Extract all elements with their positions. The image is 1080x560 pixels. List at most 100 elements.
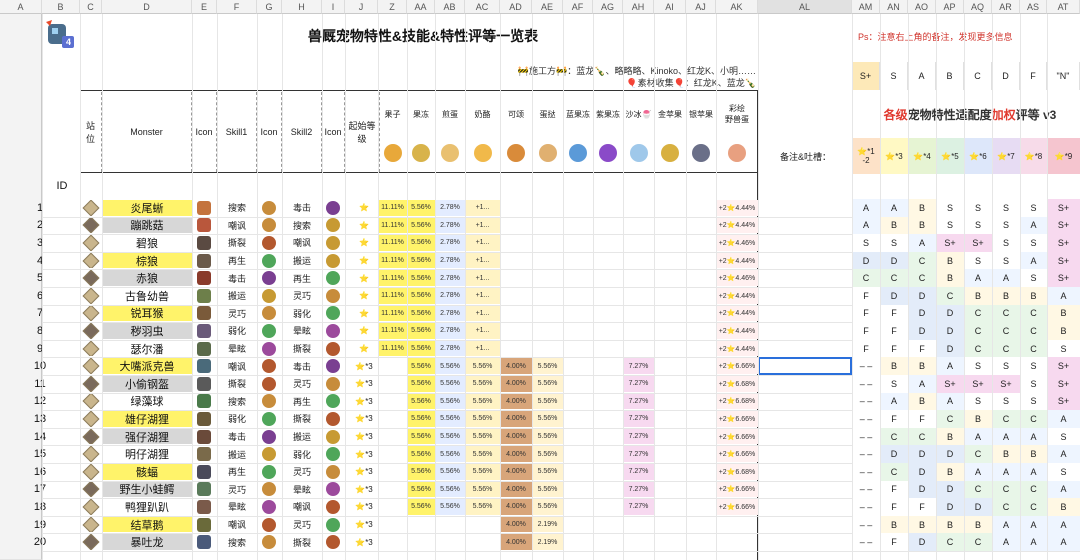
row-id: 3: [36, 236, 44, 249]
column-header-ab[interactable]: AB: [435, 0, 465, 14]
column-header-aj[interactable]: AJ: [686, 0, 716, 14]
table-row[interactable]: 暴吐龙 搜索 撕裂 ⭐*3 4.00% 2.19%: [80, 533, 758, 551]
grade-cell: B: [1047, 498, 1080, 516]
table-row[interactable]: 结草鹅 嘲讽 灵巧 ⭐*3 4.00% 2.19%: [80, 516, 758, 534]
table-row[interactable]: 古鲁幼兽 搬运 灵巧 ⭐ 11.11% 5.56% 2.78% +1... +2⭐4.44%: [80, 287, 758, 305]
column-header-aq[interactable]: AQ: [964, 0, 992, 14]
column-header-ae[interactable]: AE: [532, 0, 563, 14]
station-icon: [82, 200, 100, 216]
grade-cell: – –: [852, 392, 880, 411]
row-id: 16: [33, 465, 47, 478]
column-header-c[interactable]: C: [80, 0, 102, 14]
egg-value: +2⭐4.44%: [716, 305, 758, 322]
column-header-h[interactable]: H: [282, 0, 322, 14]
egg-value: +2⭐4.44%: [716, 323, 758, 339]
column-header-at[interactable]: AT: [1047, 0, 1080, 14]
table-row[interactable]: 野生小蛙鳄 灵巧 晕眩 ⭐*3 5.56% 5.56% 5.56% 4.00% 5.56% 7.2…: [80, 481, 758, 499]
column-header-i[interactable]: I: [322, 0, 345, 14]
grid-line-v: [686, 14, 687, 560]
table-row[interactable]: 锐耳猴 灵巧 弱化 ⭐ 11.11% 5.56% 2.78% +1... +2⭐4.44%: [80, 305, 758, 323]
table-row[interactable]: 炎尾蜥 搜索 毒击 ⭐ 11.11% 5.56% 2.78% +1... +2⭐4.44%: [80, 199, 758, 217]
column-header-ao[interactable]: AO: [908, 0, 936, 14]
skill1-label: 撕裂: [227, 379, 246, 390]
table-row[interactable]: 小偷钢盔 撕裂 灵巧 ⭐*3 5.56% 5.56% 5.56% 4.00% 5.56% 7.27…: [80, 375, 758, 393]
skill2-icon: [323, 235, 343, 251]
grade-cell: B: [1020, 287, 1047, 305]
table-row[interactable]: 绿藻球 搜索 再生 ⭐*3 5.56% 5.56% 5.56% 4.00% 5.56% 7.27%…: [80, 393, 758, 411]
column-header-ak[interactable]: AK: [716, 0, 758, 14]
grid-line-v: [1020, 14, 1021, 560]
table-row[interactable]: 明仔湖狸 搬运 弱化 ⭐*3 5.56% 5.56% 5.56% 4.00% 5.56% 7.27…: [80, 445, 758, 463]
column-header-ac[interactable]: AC: [465, 0, 500, 14]
skill2-label: 撕裂: [292, 344, 311, 355]
grade-level-6: F: [1020, 62, 1047, 90]
egg-value: +2⭐4.44%: [716, 288, 758, 304]
column-header-an[interactable]: AN: [880, 0, 908, 14]
column-header-ap[interactable]: AP: [936, 0, 964, 14]
column-header-as[interactable]: AS: [1020, 0, 1047, 14]
table-row[interactable]: 大嘴派克兽 嘲讽 毒击 ⭐*3 5.56% 5.56% 5.56% 4.00% 5.56% 7.2…: [80, 357, 758, 375]
grade-cell: A: [964, 427, 992, 446]
food-value: 7.27%: [623, 446, 654, 462]
table-row[interactable]: 赤狼 毒击 再生 ⭐ 11.11% 5.56% 2.78% +1... +2⭐4.46%: [80, 269, 758, 287]
star-header-5: ⭐*7: [992, 138, 1020, 174]
column-header-al[interactable]: AL: [758, 0, 852, 14]
column-header-z[interactable]: Z: [378, 0, 407, 14]
grade-cell: B: [964, 287, 992, 305]
skill2-icon: [323, 394, 343, 410]
grade-cell: A: [936, 357, 964, 375]
row-id: 13: [33, 412, 47, 425]
grid-line-v: [964, 14, 965, 560]
table-row[interactable]: 强仔湖狸 毒击 搬运 ⭐*3 5.56% 5.56% 5.56% 4.00% 5.56% 7.27…: [80, 428, 758, 446]
table-row[interactable]: 碧狼 撕裂 嘲讽 ⭐ 11.11% 5.56% 2.78% +1... +2⭐4.46%: [80, 234, 758, 252]
column-header-a[interactable]: A: [0, 0, 42, 14]
column-header-d[interactable]: D: [102, 0, 192, 14]
star-header-6: ⭐*8: [1020, 138, 1047, 174]
column-header-ag[interactable]: AG: [593, 0, 623, 14]
food-value: 5.56%: [465, 499, 500, 515]
table-row[interactable]: 瑟尔潘 晕眩 撕裂 ⭐ 11.11% 5.56% 2.78% +1... +2⭐4.44%: [80, 340, 758, 358]
table-row[interactable]: 雄仔湖狸 弱化 撕裂 ⭐*3 5.56% 5.56% 5.56% 4.00% 5.56% 7.27…: [80, 410, 758, 428]
selected-cell[interactable]: [758, 357, 852, 375]
column-header-af[interactable]: AF: [563, 0, 593, 14]
start-level: ⭐*3: [355, 414, 373, 424]
table-row[interactable]: 棕狼 再生 搬运 ⭐ 11.11% 5.56% 2.78% +1... +2⭐4.44%: [80, 252, 758, 270]
food-value: 11.11%: [378, 288, 407, 304]
grade-cell: A: [992, 427, 1020, 446]
food-value: 5.56%: [407, 358, 435, 374]
column-header-e[interactable]: E: [192, 0, 217, 14]
grid-line-v: [500, 14, 501, 560]
column-header-b[interactable]: B: [42, 0, 80, 14]
table-row[interactable]: 鸭狸趴趴 晕眩 嘲讽 ⭐*3 5.56% 5.56% 5.56% 4.00% 5.56% 7.27…: [80, 498, 758, 516]
column-header-ai[interactable]: AI: [654, 0, 686, 14]
table-row[interactable]: 骸蝠 再生 灵巧 ⭐*3 5.56% 5.56% 5.56% 4.00% 5.56% 7.27% +…: [80, 463, 758, 481]
grade-cell: B: [936, 269, 964, 287]
skill2-label: 毒击: [292, 203, 311, 214]
column-header-f[interactable]: F: [217, 0, 257, 14]
grade-level-5: D: [992, 62, 1020, 90]
column-header-ar[interactable]: AR: [992, 0, 1020, 14]
grade-cell: S: [964, 251, 992, 270]
skill1-icon: [259, 482, 279, 498]
monster-name: 雄仔湖狸: [102, 411, 192, 427]
column-header-ad[interactable]: AD: [500, 0, 532, 14]
skill1-label: 晕眩: [227, 502, 246, 513]
grade-cell: B: [908, 216, 936, 235]
column-header-am[interactable]: AM: [852, 0, 880, 14]
table-row[interactable]: 秽羽虫 弱化 晕眩 ⭐ 11.11% 5.56% 2.78% +1... +2⭐4.44%: [80, 322, 758, 340]
grade-cell: C: [1020, 498, 1047, 516]
column-header-aa[interactable]: AA: [407, 0, 435, 14]
grade-cell: – –: [852, 515, 880, 534]
column-header-j[interactable]: J: [345, 0, 378, 14]
food-value: 5.56%: [407, 200, 435, 216]
food-value: 5.56%: [532, 393, 563, 410]
monster-name: 结草鹅: [102, 516, 192, 533]
grade-cell: S: [1020, 392, 1047, 411]
header-food-11: 彩绘 野兽蛋: [725, 104, 749, 124]
column-header-g[interactable]: G: [257, 0, 282, 14]
grade-cell: B: [908, 199, 936, 217]
skill1-label: 搜索: [227, 203, 246, 214]
grade-cell: A: [880, 199, 908, 217]
column-header-ah[interactable]: AH: [623, 0, 654, 14]
table-row[interactable]: 蹦跳菇 嘲讽 搜索 ⭐ 11.11% 5.56% 2.78% +1... +2⭐4.44%: [80, 217, 758, 235]
